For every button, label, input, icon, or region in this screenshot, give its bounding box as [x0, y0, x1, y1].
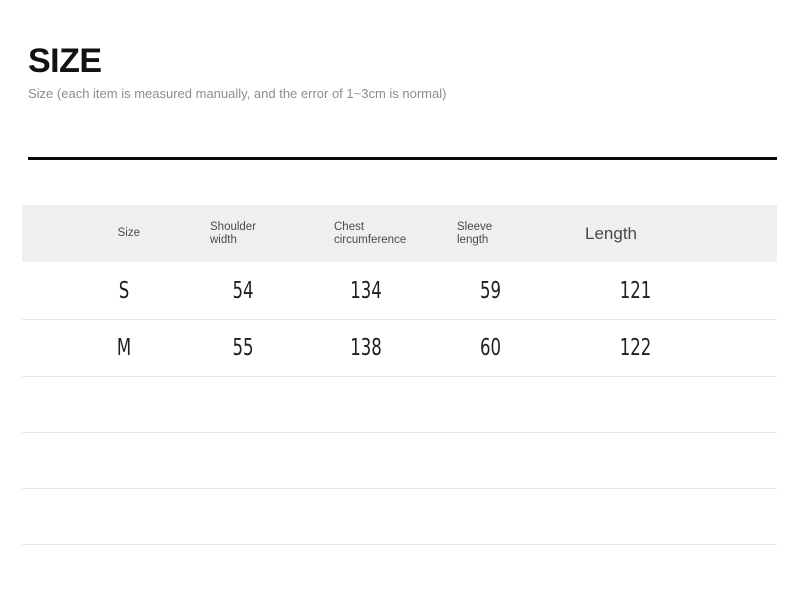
table-row-empty	[22, 488, 777, 544]
cell-sleeve-length: 60	[479, 335, 502, 361]
column-header-size: Size	[117, 227, 140, 239]
table-row: M 55 138 60 122	[22, 319, 777, 376]
cell-size: S	[118, 277, 130, 304]
column-header-sleeve-length: Sleeve length	[457, 220, 493, 246]
table-row: S 54 134 59 121	[22, 262, 777, 319]
column-header-length: Length	[585, 223, 637, 243]
table-row-empty	[22, 544, 777, 600]
size-chart-page: SIZE Size (each item is measured manuall…	[0, 0, 800, 600]
cell-chest-circumference: 134	[350, 277, 382, 304]
column-header-chest-circumference: Chest circumference	[334, 220, 407, 246]
cell-sleeve-length: 59	[479, 277, 502, 304]
empty-rows-group	[22, 376, 777, 600]
heading-block: SIZE Size (each item is measured manuall…	[28, 40, 768, 103]
page-subtitle: Size (each item is measured manually, an…	[28, 86, 447, 101]
header-divider-rule	[28, 157, 777, 160]
cell-length: 121	[619, 277, 652, 304]
page-title: SIZE	[28, 42, 102, 80]
table-row-empty	[22, 376, 777, 432]
column-header-shoulder-width: Shoulder width	[210, 220, 257, 246]
cell-shoulder-width: 54	[232, 277, 254, 304]
size-table: Size Shoulder width Chest circumference …	[22, 205, 777, 600]
table-header-row: Size Shoulder width Chest circumference …	[22, 205, 777, 262]
cell-chest-circumference: 138	[350, 335, 382, 361]
table-row-empty	[22, 432, 777, 488]
cell-shoulder-width: 55	[232, 335, 254, 361]
cell-length: 122	[619, 335, 652, 361]
cell-size: M	[116, 335, 132, 361]
